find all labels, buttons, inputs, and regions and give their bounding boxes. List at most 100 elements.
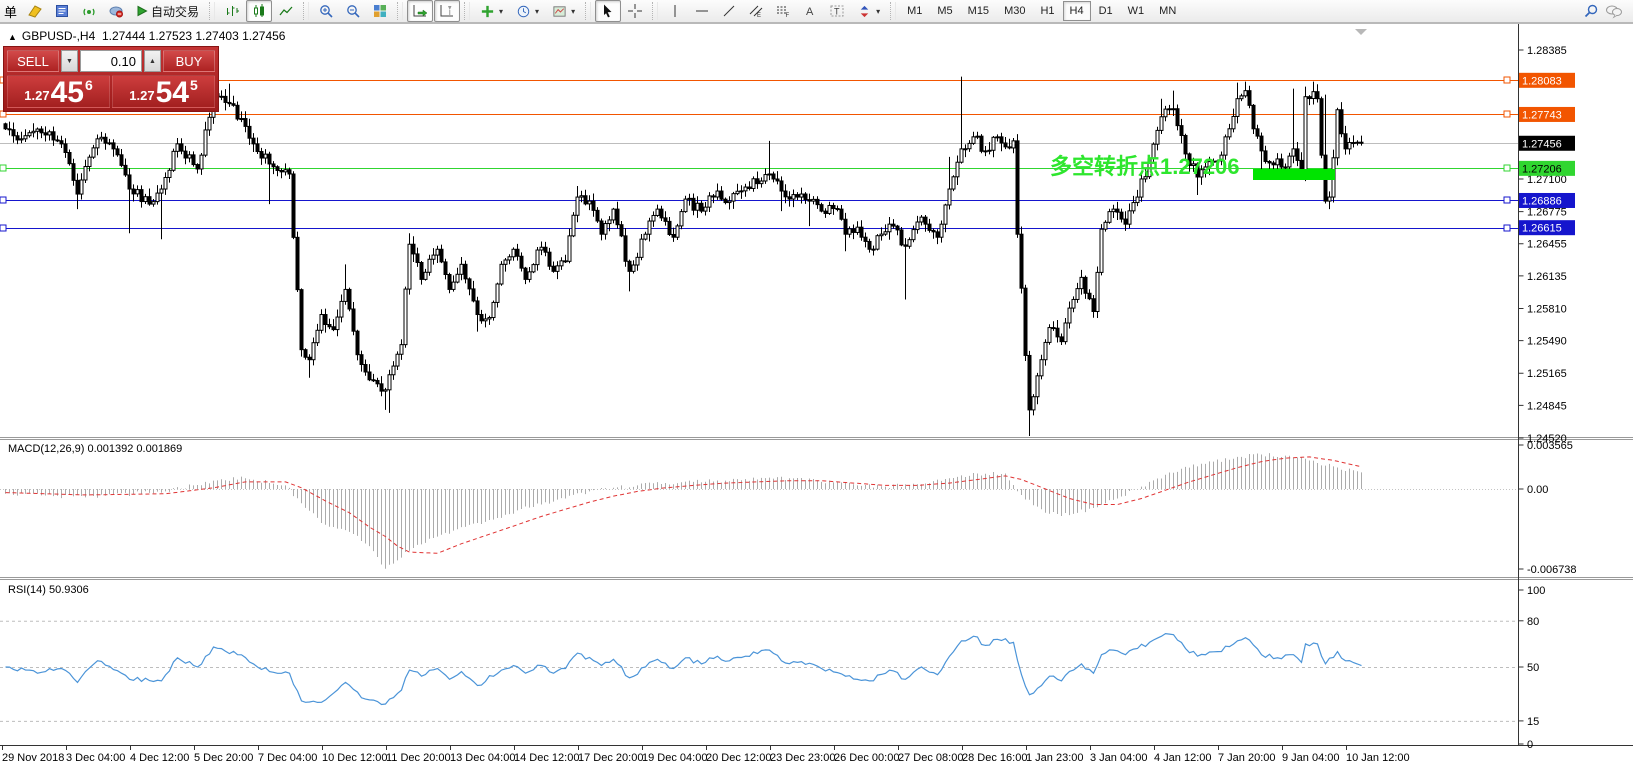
tf-W1[interactable]: W1 <box>1121 1 1152 21</box>
tf-H1[interactable]: H1 <box>1033 1 1061 21</box>
buy-price-sup: 5 <box>190 77 198 93</box>
zoom-out-icon[interactable] <box>340 0 366 22</box>
tile-windows-icon[interactable] <box>367 0 393 22</box>
price-badge: 1.26886 <box>1522 195 1562 207</box>
chart-canvas[interactable]: 多空转折点1.272061.283851.271001.267751.26455… <box>0 0 1633 774</box>
rsi-axis-label: 50 <box>1527 662 1539 674</box>
tf-M5[interactable]: M5 <box>930 1 959 21</box>
sell-button[interactable]: SELL <box>7 50 59 72</box>
equidistant-channel-icon[interactable]: E <box>743 0 769 22</box>
menu-stub[interactable]: 单 <box>4 2 17 21</box>
price-badge: 1.27206 <box>1522 163 1562 175</box>
macd-axis-label: 0.003565 <box>1527 440 1573 452</box>
buy-button[interactable]: BUY <box>163 50 215 72</box>
arrows-icon[interactable]: ▾ <box>851 0 886 22</box>
price-tick-label: 1.26775 <box>1527 207 1567 219</box>
one-click-trading-panel: SELL ▼ 0.10 ▲ BUY 1.27456 1.27545 <box>3 46 219 112</box>
crosshair-icon[interactable] <box>622 0 648 22</box>
chat-icon[interactable] <box>1605 3 1623 19</box>
price-badge: 1.27743 <box>1522 109 1562 121</box>
date-tick-label: 17 Dec 20:00 <box>578 752 643 764</box>
annotation: 多空转折点1.27206 <box>1050 29 1367 180</box>
chart-shift-icon[interactable] <box>434 0 460 22</box>
text-icon[interactable]: A <box>797 0 823 22</box>
tf-M15[interactable]: M15 <box>961 1 996 21</box>
auto-scroll-icon[interactable] <box>407 0 433 22</box>
date-tick-label: 14 Dec 12:00 <box>514 752 579 764</box>
new-order-icon[interactable] <box>22 0 48 22</box>
price-badge: 1.26615 <box>1522 223 1562 235</box>
date-tick-label: 26 Dec 00:00 <box>834 752 899 764</box>
svg-text:T: T <box>834 7 840 17</box>
date-tick-label: 27 Dec 08:00 <box>898 752 963 764</box>
volume-down-button[interactable]: ▼ <box>61 50 78 72</box>
tf-MN[interactable]: MN <box>1152 1 1183 21</box>
rsi-axis-label: 100 <box>1527 585 1545 597</box>
autotrade-button[interactable]: 自动交易 <box>130 0 205 22</box>
date-tick-label: 5 Dec 20:00 <box>194 752 253 764</box>
fibonacci-icon[interactable]: F <box>770 0 796 22</box>
date-tick-label: 3 Jan 04:00 <box>1090 752 1148 764</box>
toolbar-separator <box>209 2 215 20</box>
chart-title: ▲GBPUSD-,H4 1.27444 1.27523 1.27403 1.27… <box>8 29 285 43</box>
date-tick-label: 4 Dec 12:00 <box>130 752 189 764</box>
volume-up-button[interactable]: ▲ <box>144 50 161 72</box>
axes: 1.283851.271001.267751.264551.261351.258… <box>0 24 1633 764</box>
tf-H4[interactable]: H4 <box>1063 1 1091 21</box>
macd-signal-line <box>6 457 1362 553</box>
tf-D1[interactable]: D1 <box>1092 1 1120 21</box>
line-chart-icon[interactable] <box>273 0 299 22</box>
templates-button[interactable]: ▾ <box>546 0 581 22</box>
price-tick-label: 1.24845 <box>1527 400 1567 412</box>
trendline-icon[interactable] <box>716 0 742 22</box>
toolbar-separator <box>303 2 309 20</box>
buy-price-prefix: 1.27 <box>129 88 154 103</box>
autotrade-label: 自动交易 <box>151 3 199 20</box>
toolbar-separator <box>585 2 591 20</box>
cursor-icon[interactable] <box>595 0 621 22</box>
periods-button[interactable]: ▾ <box>510 0 545 22</box>
chevron-down-icon: ▾ <box>571 7 575 16</box>
level-lines <box>0 77 1519 231</box>
date-tick-label: 7 Dec 04:00 <box>258 752 317 764</box>
rsi-line <box>6 634 1362 705</box>
buy-price-box[interactable]: 1.27545 <box>112 75 215 108</box>
sell-price-box[interactable]: 1.27456 <box>7 75 110 108</box>
bar-chart-icon[interactable] <box>219 0 245 22</box>
text-label-icon[interactable]: T <box>824 0 850 22</box>
chart-ohlc-values: 1.27444 1.27523 1.27403 1.27456 <box>102 29 286 43</box>
price-badge: 1.28083 <box>1522 75 1562 87</box>
market-icon[interactable] <box>103 0 129 22</box>
horizontal-line-icon[interactable] <box>689 0 715 22</box>
volume-input[interactable]: 0.10 <box>80 50 142 72</box>
panel-collapse-icon[interactable]: ▲ <box>8 32 17 42</box>
zoom-in-icon[interactable] <box>313 0 339 22</box>
date-tick-label: 28 Dec 16:00 <box>962 752 1027 764</box>
tf-M30[interactable]: M30 <box>997 1 1032 21</box>
buy-price-big: 54 <box>156 79 189 107</box>
indicators-button[interactable]: ▾ <box>474 0 509 22</box>
current-price-badge: 1.27456 <box>1522 138 1562 150</box>
chevron-down-icon: ▾ <box>876 7 880 16</box>
price-tick-label: 1.25165 <box>1527 368 1567 380</box>
date-tick-label: 11 Dec 20:00 <box>386 752 451 764</box>
chevron-down-icon: ▾ <box>535 7 539 16</box>
candlestick-chart-icon[interactable] <box>246 0 272 22</box>
date-tick-label: 1 Jan 23:00 <box>1026 752 1084 764</box>
vertical-line-icon[interactable] <box>662 0 688 22</box>
date-tick-label: 19 Dec 04:00 <box>642 752 707 764</box>
toolbar-separator <box>890 2 896 20</box>
price-tick-label: 1.25490 <box>1527 336 1567 348</box>
macd-header: MACD(12,26,9) 0.001392 0.001869 <box>8 443 182 455</box>
candles <box>4 73 1363 436</box>
date-tick-label: 10 Dec 12:00 <box>322 752 387 764</box>
signals-icon[interactable] <box>76 0 102 22</box>
toolbar-right <box>1583 3 1629 19</box>
metaeditor-icon[interactable] <box>49 0 75 22</box>
tf-M1[interactable]: M1 <box>900 1 929 21</box>
date-tick-label: 3 Dec 04:00 <box>66 752 125 764</box>
sell-price-prefix: 1.27 <box>24 88 49 103</box>
chevron-down-icon: ▾ <box>499 7 503 16</box>
annotation-text: 多空转折点1.27206 <box>1050 154 1240 179</box>
search-icon[interactable] <box>1583 3 1599 19</box>
